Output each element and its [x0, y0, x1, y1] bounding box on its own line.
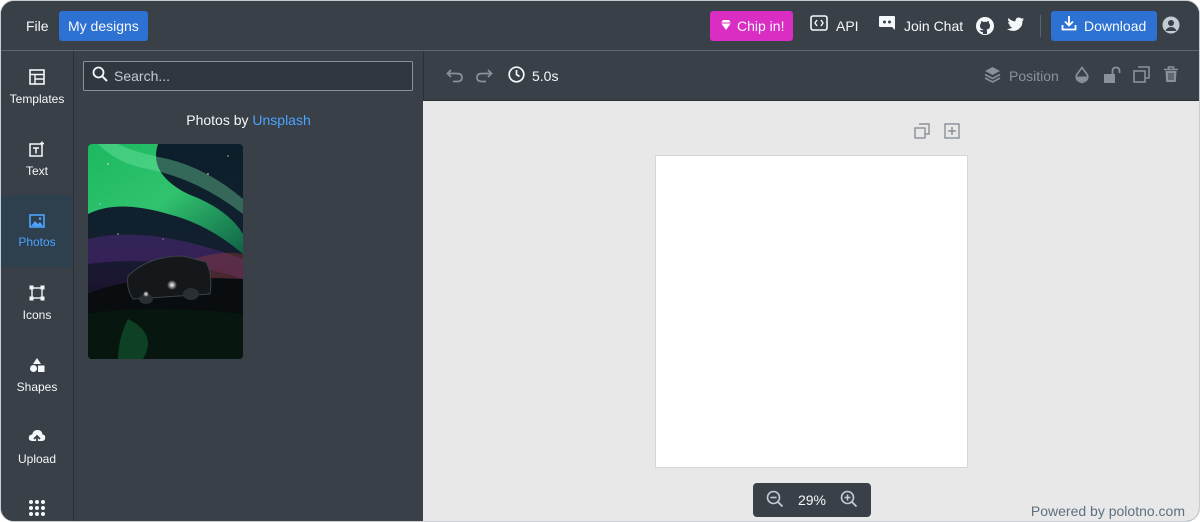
app-window: File My designs Chip in! API Join Chat D…: [0, 0, 1200, 522]
tab-label: Text: [25, 163, 48, 178]
diamond-icon: [720, 11, 732, 41]
position-label: Position: [1009, 68, 1059, 84]
tab-label: Icons: [22, 307, 52, 322]
join-chat-button[interactable]: Join Chat: [869, 11, 972, 41]
opacity-icon[interactable]: [1074, 66, 1090, 89]
download-icon: [1061, 11, 1077, 41]
tab-icons[interactable]: Icons: [1, 267, 73, 339]
my-designs-button[interactable]: My designs: [59, 11, 148, 41]
templates-icon: [29, 68, 45, 92]
user-account-icon[interactable]: [1162, 16, 1182, 36]
discord-icon: [878, 11, 896, 41]
upload-icon: [28, 429, 46, 452]
tab-text[interactable]: Text: [1, 123, 73, 195]
design-page[interactable]: [655, 155, 968, 468]
shapes-icon: [29, 357, 45, 380]
zoom-level: 29%: [797, 492, 826, 508]
file-menu-button[interactable]: File: [17, 11, 58, 41]
clock-icon: [508, 66, 525, 86]
tab-shapes[interactable]: Shapes: [1, 339, 73, 411]
api-button[interactable]: API: [801, 11, 868, 41]
tab-templates[interactable]: Templates: [1, 51, 73, 123]
tab-label: Upload: [17, 451, 57, 466]
top-navbar: File My designs Chip in! API Join Chat D…: [1, 1, 1199, 51]
text-icon: [29, 141, 45, 164]
zoom-in-icon[interactable]: [840, 490, 858, 511]
duplicate-icon[interactable]: [1133, 66, 1150, 88]
grid-dots-icon: [28, 499, 46, 521]
duration-button[interactable]: 5.0s: [508, 66, 558, 86]
photos-icon: [29, 213, 45, 235]
search-box: [83, 61, 413, 91]
more-tabs-button[interactable]: [1, 483, 73, 521]
navbar-divider: [1040, 15, 1041, 37]
zoom-controls: 29%: [753, 483, 871, 517]
twitter-icon[interactable]: [1005, 16, 1025, 36]
unsplash-link[interactable]: Unsplash: [252, 112, 310, 128]
tab-upload[interactable]: Upload: [1, 411, 73, 483]
search-icon: [92, 66, 108, 87]
undo-icon[interactable]: [446, 66, 464, 89]
icons-icon: [29, 285, 45, 308]
tab-photos[interactable]: Photos: [1, 195, 73, 267]
chip-in-label: Chip in!: [737, 18, 785, 34]
powered-by-credit[interactable]: Powered by polotno.com: [1031, 503, 1185, 519]
photos-credit: Photos by Unsplash: [74, 112, 423, 128]
add-page-icon[interactable]: [944, 123, 960, 144]
photo-thumbnail[interactable]: [88, 144, 243, 359]
tab-label: Photos: [18, 234, 56, 249]
position-button[interactable]: Position: [984, 66, 1059, 86]
api-label: API: [836, 18, 859, 34]
side-tabs: Templates Text Photos Icons Shapes Uploa…: [1, 51, 74, 521]
zoom-out-icon[interactable]: [766, 490, 784, 511]
duration-value: 5.0s: [532, 68, 559, 84]
github-icon[interactable]: [975, 16, 995, 36]
aurora-car-photo: [88, 144, 243, 359]
download-label: Download: [1084, 18, 1147, 34]
chip-in-button[interactable]: Chip in!: [710, 11, 794, 41]
tab-label: Templates: [9, 91, 65, 106]
tab-label: Shapes: [16, 379, 58, 394]
search-input[interactable]: [114, 68, 404, 84]
copy-page-icon[interactable]: [914, 123, 930, 144]
photos-panel: Photos by Unsplash: [74, 51, 423, 521]
credit-prefix: Photos by: [186, 112, 249, 128]
trash-icon[interactable]: [1163, 66, 1179, 88]
unlock-icon[interactable]: [1103, 66, 1121, 89]
redo-icon[interactable]: [475, 66, 493, 89]
layers-icon: [984, 66, 1001, 86]
workspace-canvas: 29% Powered by polotno.com: [423, 101, 1199, 521]
join-chat-label: Join Chat: [904, 18, 964, 34]
download-button[interactable]: Download: [1051, 11, 1158, 41]
code-icon: [810, 11, 828, 41]
workspace-toolbar: 5.0s Position: [423, 51, 1199, 101]
